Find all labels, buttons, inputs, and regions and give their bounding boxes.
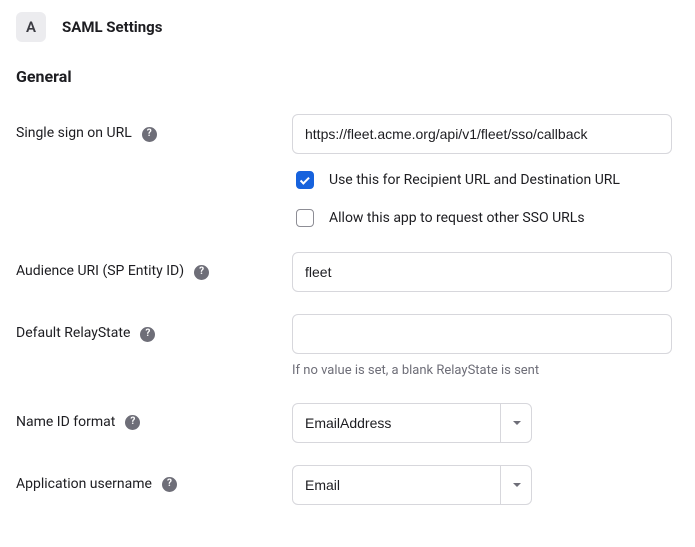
relay-state-hint: If no value is set, a blank RelayState i…	[292, 362, 679, 380]
help-icon[interactable]: ?	[125, 415, 140, 430]
help-icon[interactable]: ?	[140, 327, 155, 342]
label-text: Audience URI (SP Entity ID)	[16, 262, 184, 282]
help-icon[interactable]: ?	[194, 265, 209, 280]
field-relay-state: If no value is set, a blank RelayState i…	[292, 314, 679, 380]
app-username-value[interactable]	[292, 465, 532, 505]
use-for-recipient-checkbox[interactable]	[296, 171, 314, 189]
label-sso-url: Single sign on URL ?	[16, 114, 276, 144]
name-id-format-value[interactable]	[292, 403, 532, 443]
sso-url-input[interactable]	[292, 114, 672, 154]
field-name-id-format	[292, 403, 679, 443]
label-audience-uri: Audience URI (SP Entity ID) ?	[16, 252, 276, 282]
field-sso-url: Use this for Recipient URL and Destinati…	[292, 114, 679, 230]
row-name-id-format: Name ID format ?	[16, 403, 679, 443]
row-cb-use-for-recipient: Use this for Recipient URL and Destinati…	[292, 168, 679, 192]
row-audience-uri: Audience URI (SP Entity ID) ?	[16, 252, 679, 292]
label-relay-state: Default RelayState ?	[16, 314, 276, 344]
page-title: SAML Settings	[62, 17, 162, 38]
label-text: Default RelayState	[16, 324, 130, 344]
use-for-recipient-label: Use this for Recipient URL and Destinati…	[329, 171, 620, 191]
allow-other-sso-label: Allow this app to request other SSO URLs	[329, 209, 585, 229]
app-username-select[interactable]	[292, 465, 532, 505]
label-app-username: Application username ?	[16, 465, 276, 495]
allow-other-sso-checkbox[interactable]	[296, 209, 314, 227]
label-name-id-format: Name ID format ?	[16, 403, 276, 433]
app-avatar-tile: A	[16, 12, 46, 42]
row-sso-url: Single sign on URL ? Use this for Recipi…	[16, 114, 679, 230]
field-audience-uri	[292, 252, 679, 292]
row-cb-allow-other-sso: Allow this app to request other SSO URLs	[292, 206, 679, 230]
row-app-username: Application username ?	[16, 465, 679, 505]
help-icon[interactable]: ?	[142, 127, 157, 142]
page-header: A SAML Settings	[16, 12, 679, 42]
audience-uri-input[interactable]	[292, 252, 672, 292]
row-relay-state: Default RelayState ? If no value is set,…	[16, 314, 679, 380]
field-app-username	[292, 465, 679, 505]
help-icon[interactable]: ?	[162, 477, 177, 492]
relay-state-input[interactable]	[292, 314, 672, 354]
name-id-format-select[interactable]	[292, 403, 532, 443]
section-title-general: General	[16, 66, 679, 88]
label-text: Application username	[16, 475, 152, 495]
label-text: Single sign on URL	[16, 124, 132, 144]
label-text: Name ID format	[16, 413, 115, 433]
